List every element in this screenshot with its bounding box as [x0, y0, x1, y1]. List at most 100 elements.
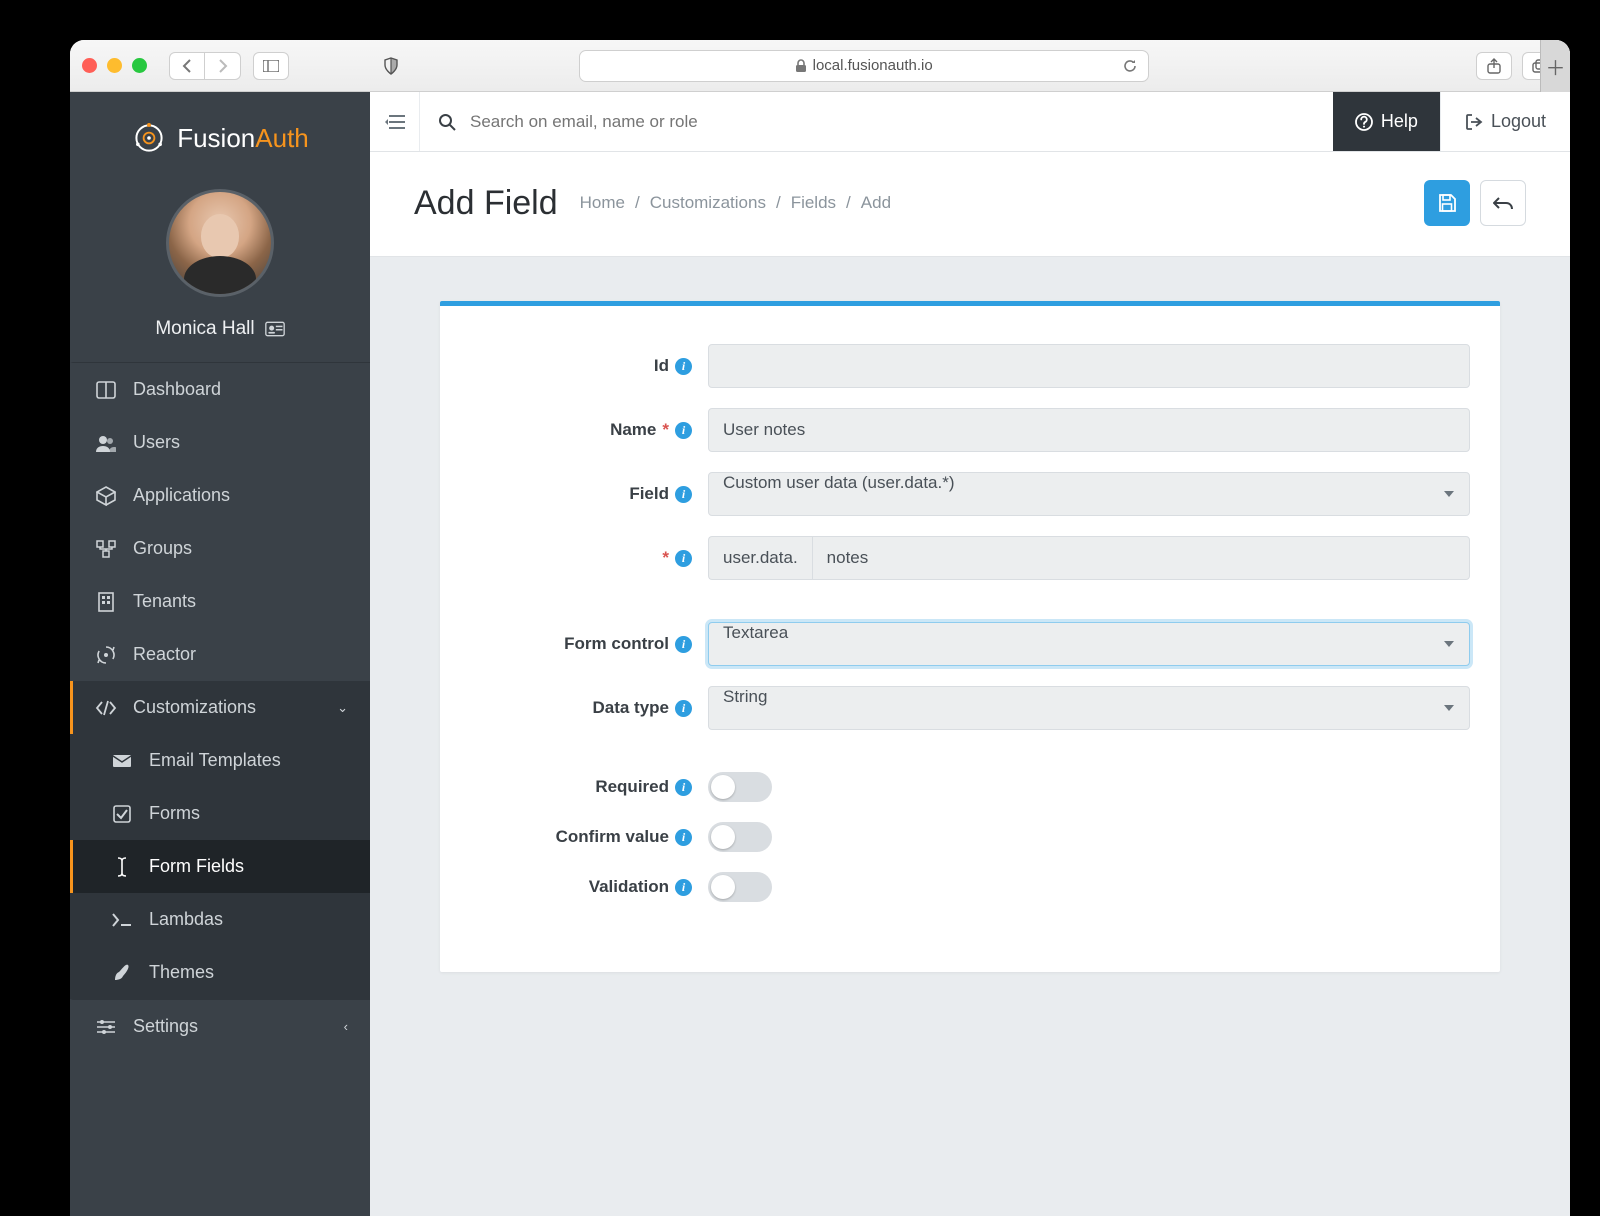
maximize-window-button[interactable]	[132, 58, 147, 73]
nav-label: Reactor	[133, 644, 196, 665]
nav-item-customizations[interactable]: Customizations ⌄	[70, 681, 370, 734]
search-bar	[420, 92, 1333, 151]
nav-label: Customizations	[133, 697, 256, 718]
page-header: Add Field Home/ Customizations/ Fields/ …	[370, 152, 1570, 257]
name-input[interactable]	[708, 408, 1470, 452]
chevron-left-icon: ‹	[344, 1019, 348, 1034]
confirm-toggle[interactable]	[708, 822, 772, 852]
help-label: Help	[1381, 111, 1418, 132]
code-icon	[95, 700, 117, 716]
sidebar-toggle-button[interactable]	[253, 52, 289, 80]
mail-icon	[111, 754, 133, 768]
text-cursor-icon	[111, 857, 133, 877]
nav-item-tenants[interactable]: Tenants	[70, 575, 370, 628]
label-form-control: Form control	[564, 634, 669, 654]
address-bar[interactable]: local.fusionauth.io	[579, 50, 1149, 82]
label-data-type: Data type	[592, 698, 669, 718]
breadcrumb: Home/ Customizations/ Fields/ Add	[580, 193, 891, 213]
terminal-icon	[111, 913, 133, 927]
info-icon[interactable]: i	[675, 879, 692, 896]
nav-forward-button[interactable]	[205, 52, 241, 80]
sliders-icon	[95, 1019, 117, 1035]
dashboard-icon	[95, 381, 117, 399]
nav-label: Email Templates	[149, 750, 281, 771]
nav-label: Dashboard	[133, 379, 221, 400]
nav-item-forms[interactable]: Forms	[70, 787, 370, 840]
browser-window: local.fusionauth.io ＋	[70, 40, 1570, 1216]
nav-label: Applications	[133, 485, 230, 506]
nav: Dashboard Users Applications Groups Tena…	[70, 362, 370, 1053]
nav-item-applications[interactable]: Applications	[70, 469, 370, 522]
nav-item-users[interactable]: Users	[70, 416, 370, 469]
app-sidebar: FusionAuth Monica Hall Dashboard Users A…	[70, 92, 370, 1216]
undo-icon	[1493, 195, 1513, 211]
validation-toggle[interactable]	[708, 872, 772, 902]
close-window-button[interactable]	[82, 58, 97, 73]
nav-item-themes[interactable]: Themes	[70, 946, 370, 999]
save-button[interactable]	[1424, 180, 1470, 226]
chevron-down-icon: ⌄	[337, 700, 348, 716]
nav-item-lambdas[interactable]: Lambdas	[70, 893, 370, 946]
users-icon	[95, 434, 117, 452]
back-button[interactable]	[1480, 180, 1526, 226]
help-icon	[1355, 113, 1373, 131]
brand-logo-icon	[131, 120, 167, 156]
info-icon[interactable]: i	[675, 550, 692, 567]
box-icon	[95, 486, 117, 506]
data-type-select[interactable]: String	[708, 686, 1470, 730]
label-confirm: Confirm value	[556, 827, 669, 847]
share-button[interactable]	[1476, 52, 1512, 80]
logout-button[interactable]: Logout	[1440, 92, 1570, 151]
help-button[interactable]: Help	[1333, 92, 1440, 151]
search-input[interactable]	[470, 112, 1315, 132]
nav-item-settings[interactable]: Settings‹	[70, 999, 370, 1053]
nav-label: Users	[133, 432, 180, 453]
browser-chrome: local.fusionauth.io ＋	[70, 40, 1570, 92]
reload-icon[interactable]	[1122, 58, 1138, 74]
nav-item-groups[interactable]: Groups	[70, 522, 370, 575]
id-card-icon	[265, 321, 285, 337]
form-control-select[interactable]: Textarea	[708, 622, 1470, 666]
user-name-row[interactable]: Monica Hall	[70, 312, 370, 362]
field-select[interactable]: Custom user data (user.data.*)	[708, 472, 1470, 516]
key-input[interactable]	[812, 536, 1470, 580]
label-validation: Validation	[589, 877, 669, 897]
user-name: Monica Hall	[155, 318, 254, 340]
info-icon[interactable]: i	[675, 636, 692, 653]
nav-back-button[interactable]	[169, 52, 205, 80]
user-avatar[interactable]	[166, 189, 274, 297]
groups-icon	[95, 540, 117, 558]
id-input[interactable]	[708, 344, 1470, 388]
save-icon	[1437, 193, 1457, 213]
info-icon[interactable]: i	[675, 829, 692, 846]
required-toggle[interactable]	[708, 772, 772, 802]
nav-label: Form Fields	[149, 856, 244, 877]
crumb-home[interactable]: Home	[580, 193, 625, 213]
info-icon[interactable]: i	[675, 779, 692, 796]
info-icon[interactable]: i	[675, 700, 692, 717]
nav-label: Tenants	[133, 591, 196, 612]
info-icon[interactable]: i	[675, 358, 692, 375]
privacy-shield-button[interactable]	[373, 52, 409, 80]
address-url: local.fusionauth.io	[813, 57, 933, 74]
nav-item-email-templates[interactable]: Email Templates	[70, 734, 370, 787]
building-icon	[95, 592, 117, 612]
label-field: Field	[629, 484, 669, 504]
crumb-customizations[interactable]: Customizations	[650, 193, 766, 213]
crumb-fields[interactable]: Fields	[791, 193, 836, 213]
new-tab-button[interactable]: ＋	[1540, 40, 1570, 92]
info-icon[interactable]: i	[675, 422, 692, 439]
nav-item-form-fields[interactable]: Form Fields	[70, 840, 370, 893]
nav-label: Forms	[149, 803, 200, 824]
logout-label: Logout	[1491, 111, 1546, 132]
info-icon[interactable]: i	[675, 486, 692, 503]
label-required: Required	[595, 777, 669, 797]
minimize-window-button[interactable]	[107, 58, 122, 73]
label-id: Id	[654, 356, 669, 376]
nav-item-dashboard[interactable]: Dashboard	[70, 362, 370, 416]
window-controls	[82, 58, 147, 73]
nav-item-reactor[interactable]: Reactor	[70, 628, 370, 681]
collapse-sidebar-button[interactable]	[370, 92, 420, 151]
key-prefix: user.data.	[708, 536, 812, 580]
brand-logo: FusionAuth	[131, 120, 309, 156]
